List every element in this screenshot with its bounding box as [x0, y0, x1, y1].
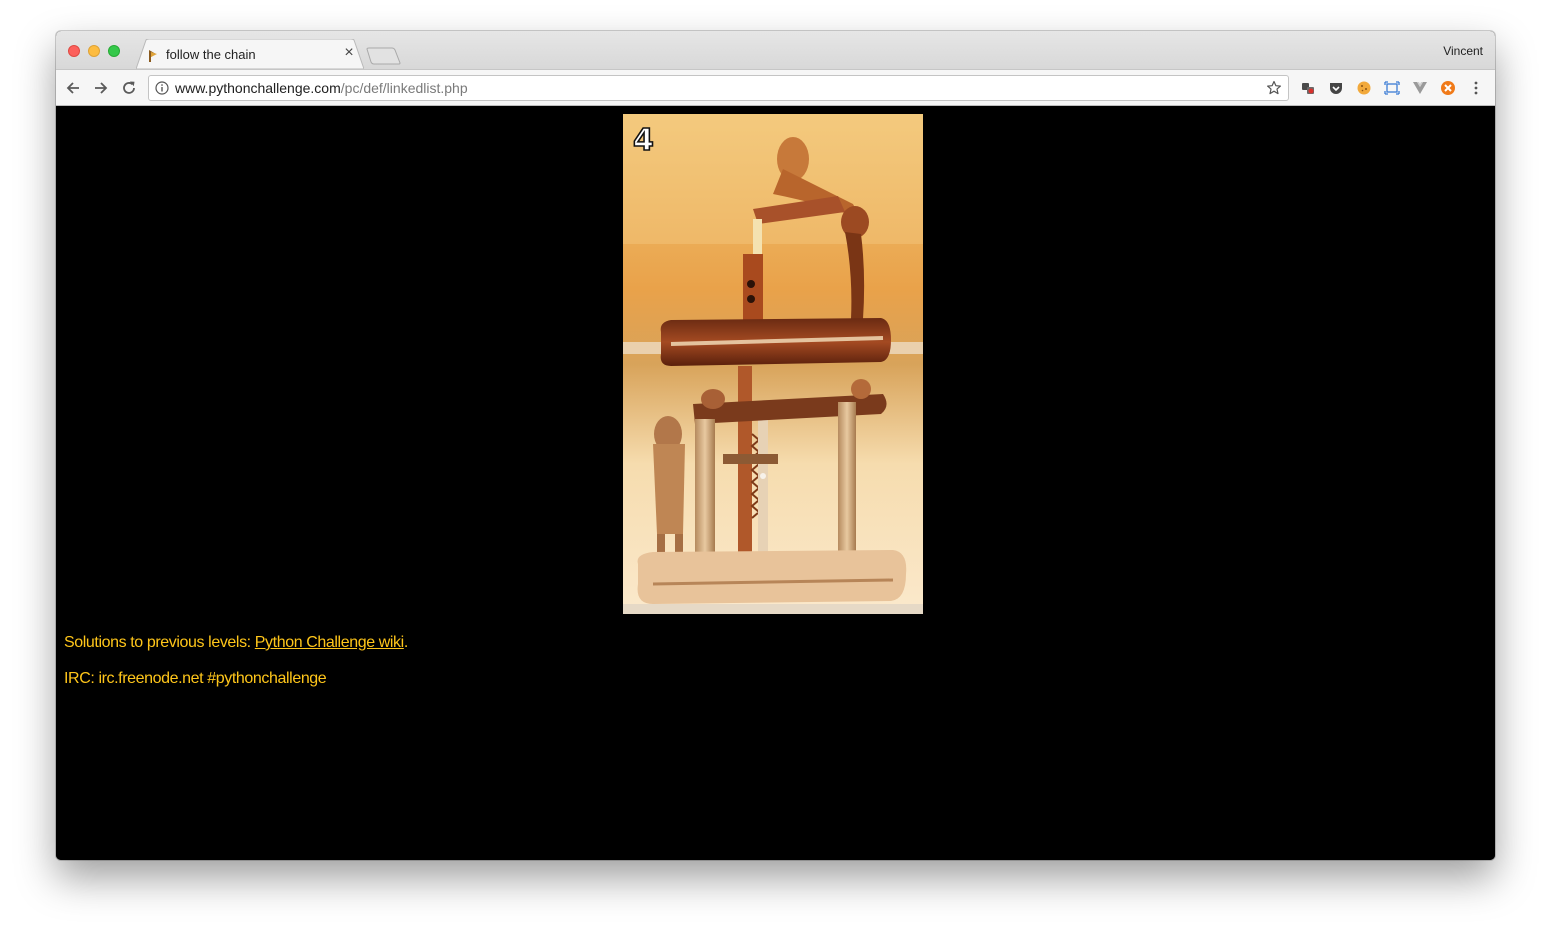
level-number-label: 4 — [633, 123, 654, 158]
url-host: www.pythonchallenge.com — [175, 80, 341, 96]
close-window-button[interactable] — [68, 45, 80, 57]
title-bar: follow the chain × Vincent — [56, 31, 1495, 69]
arrow-left-icon — [66, 82, 79, 94]
url-path: /pc/def/linkedlist.php — [340, 80, 468, 96]
solutions-line: Solutions to previous levels: Python Cha… — [64, 634, 408, 652]
tab-title: follow the chain — [166, 47, 256, 62]
forward-button[interactable] — [92, 79, 110, 97]
browser-toolbar: www.pythonchallenge.com/pc/def/linkedlis… — [56, 69, 1495, 106]
browser-window: follow the chain × Vincent www.pythoncha… — [56, 31, 1495, 860]
bookmark-star-icon[interactable] — [1266, 80, 1282, 96]
level-image: 4 — [623, 114, 923, 614]
irc-line: IRC: irc.freenode.net #pythonchallenge — [64, 670, 327, 687]
tab-follow-the-chain[interactable]: follow the chain × — [136, 39, 364, 69]
pocket-icon[interactable] — [1328, 80, 1344, 96]
reload-icon — [123, 81, 135, 94]
reload-button[interactable] — [120, 79, 138, 97]
new-tab-button[interactable] — [366, 47, 402, 65]
python-challenge-wiki-link[interactable]: Python Challenge wiki — [255, 634, 404, 651]
screen-capture-icon[interactable] — [1384, 80, 1400, 96]
maximize-window-button[interactable] — [108, 45, 120, 57]
solutions-prefix: Solutions to previous levels: — [64, 634, 255, 651]
vue-devtools-icon[interactable] — [1412, 80, 1428, 96]
arrow-right-icon — [95, 82, 108, 94]
python-challenge-favicon-icon — [149, 50, 157, 62]
back-button[interactable] — [64, 79, 82, 97]
url-text[interactable]: www.pythonchallenge.com/pc/def/linkedlis… — [175, 80, 468, 96]
page-content: 4 Solutions to previous levels: Python C… — [56, 106, 1495, 860]
solutions-suffix: . — [403, 634, 408, 651]
wooden-sawing-figure-image[interactable]: 4 — [623, 114, 923, 614]
address-bar[interactable]: www.pythonchallenge.com/pc/def/linkedlis… — [148, 75, 1289, 101]
cookie-icon[interactable] — [1356, 80, 1372, 96]
tab-close-icon[interactable]: × — [342, 45, 356, 61]
minimize-window-button[interactable] — [88, 45, 100, 57]
profile-name[interactable]: Vincent — [1443, 44, 1483, 58]
menu-kebab-icon[interactable] — [1468, 80, 1484, 96]
orange-extension-icon[interactable] — [1440, 80, 1456, 96]
info-icon[interactable] — [155, 81, 169, 95]
extension-puzzle-icon[interactable] — [1300, 80, 1316, 96]
